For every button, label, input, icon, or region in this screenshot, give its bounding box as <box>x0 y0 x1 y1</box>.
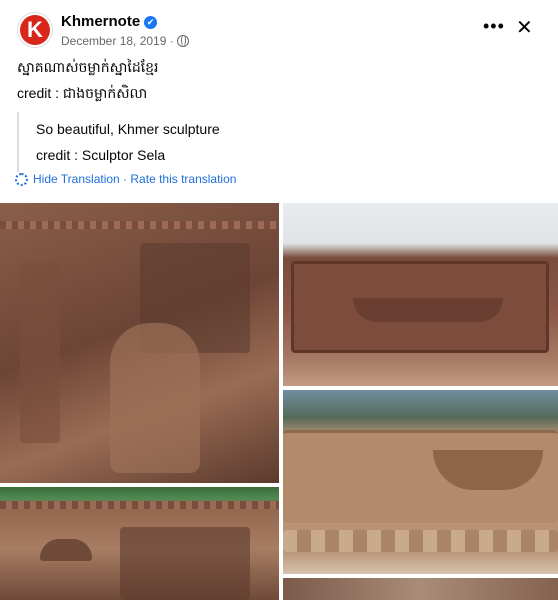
photo-grid <box>0 203 558 600</box>
hide-translation-link[interactable]: Hide Translation <box>33 172 120 186</box>
photo-3[interactable] <box>0 487 279 600</box>
carved-boat <box>353 298 503 322</box>
carved-towers <box>120 527 250 600</box>
post-date: December 18, 2019 · <box>61 34 189 48</box>
post-text-line2: credit : ជាងចម្លាក់សិលា <box>17 85 148 101</box>
translation-block: So beautiful, Khmer sculpture credit : S… <box>17 112 539 172</box>
globe-icon <box>176 35 189 47</box>
photo-1[interactable] <box>0 203 279 483</box>
carved-dome <box>40 539 92 561</box>
carved-naga <box>110 323 200 473</box>
translation-line2: credit : Sculptor Sela <box>36 147 166 163</box>
photo-2[interactable] <box>283 203 558 386</box>
gear-icon <box>15 173 28 186</box>
rate-translation-link[interactable]: Rate this translation <box>130 172 236 186</box>
translation-line1: So beautiful, Khmer sculpture <box>36 121 220 137</box>
close-icon[interactable]: ✕ <box>516 17 533 39</box>
translation-links: Hide Translation · Rate this translation <box>15 172 236 186</box>
photo-5[interactable] <box>283 578 558 600</box>
more-icon[interactable]: ••• <box>483 17 505 35</box>
link-separator: · <box>119 172 131 186</box>
author-name-label[interactable]: Khmernote <box>61 13 140 30</box>
carved-border <box>0 221 279 229</box>
photo-4[interactable] <box>283 390 558 574</box>
khmernote-logo-icon: K <box>20 15 50 45</box>
post-header: K Khmernote ✔ December 18, 2019 · ••• ✕ <box>0 0 558 58</box>
carved-pillar <box>20 263 60 443</box>
carved-border <box>0 501 279 509</box>
avatar[interactable]: K <box>17 12 53 48</box>
post-text-line1: ស្នាគណាស់ចម្លាក់ស្នាដៃខ្មែរ <box>17 59 159 75</box>
verified-badge-icon: ✔ <box>144 16 158 29</box>
carved-elephants <box>283 530 558 552</box>
post-date-label[interactable]: December 18, 2019 · <box>61 34 174 48</box>
author-name[interactable]: Khmernote ✔ <box>61 13 158 30</box>
